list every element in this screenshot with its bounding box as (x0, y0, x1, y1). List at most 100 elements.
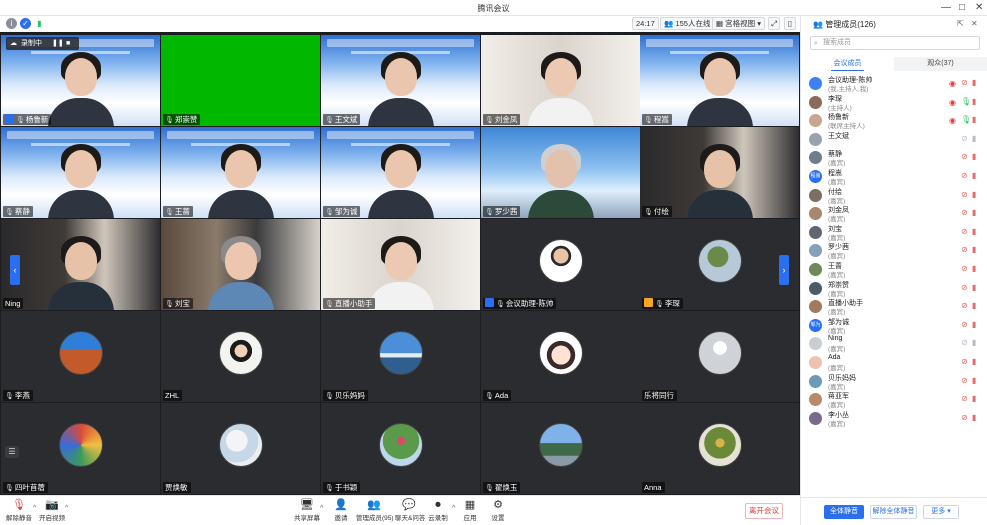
microphone-icon[interactable]: ⊘ (961, 78, 968, 87)
member-row[interactable]: 杨鲁新 (联席主持人) ◉ 🎙 ▮ (801, 111, 987, 130)
video-tile[interactable]: 🎙罗少茜 (481, 127, 640, 218)
layout-icon[interactable]: ▯ (784, 17, 796, 30)
microphone-icon[interactable]: ⊘ (961, 394, 968, 403)
member-row[interactable]: 郑崇赞 (嘉宾) ⊘ ▮ (801, 279, 987, 298)
info-icon[interactable]: i (6, 18, 17, 29)
video-tile[interactable]: 🎙于书颖 (321, 403, 480, 494)
eye-icon[interactable]: ◉ (949, 98, 956, 107)
view-mode-button[interactable]: ▦ 宫格视图 ▾ (712, 17, 766, 30)
video-tile[interactable]: ZHL (161, 311, 320, 402)
microphone-icon[interactable]: ⊘ (961, 208, 968, 217)
camera-icon[interactable]: ▮ (972, 264, 976, 273)
video-tile[interactable]: 🎙王文斌 (321, 35, 480, 126)
unmute-all-button[interactable]: 解除全体静音 (870, 505, 917, 519)
member-row[interactable]: 蔡静 (嘉宾) ⊘ ▮ (801, 148, 987, 167)
minimize-icon[interactable]: — (941, 2, 951, 13)
camera-icon[interactable]: ▮ (972, 171, 976, 180)
unmute-button[interactable]: 🎙 解除静音 (4, 499, 34, 522)
video-tile[interactable]: 🎙会议助理-陈帅 (481, 219, 640, 310)
camera-icon[interactable]: ▮ (972, 283, 976, 292)
member-row[interactable]: 王蔷 (嘉宾) ⊘ ▮ (801, 260, 987, 279)
invite-button[interactable]: 👤 邀请 (331, 499, 351, 522)
eye-icon[interactable]: ◉ (949, 79, 956, 88)
camera-icon[interactable]: ▮ (972, 338, 976, 347)
video-tile[interactable]: 🎙李琛 (640, 219, 799, 310)
member-row[interactable]: 程嵩 程嵩 (嘉宾) ⊘ ▮ (801, 167, 987, 186)
popout-icon[interactable]: ⇱ (957, 19, 964, 28)
video-tile[interactable]: 🎙邹为诚 (321, 127, 480, 218)
camera-icon[interactable]: ▮ (972, 245, 976, 254)
camera-icon[interactable]: ▮ (972, 208, 976, 217)
member-row[interactable]: Ada (嘉宾) ⊘ ▮ (801, 353, 987, 372)
video-tile[interactable]: 🎙付绘 (640, 127, 799, 218)
settings-button[interactable]: ⚙ 设置 (488, 499, 508, 522)
camera-icon[interactable]: ▮ (972, 78, 976, 87)
microphone-icon[interactable]: ⊘ (961, 190, 968, 199)
member-row[interactable]: 付绘 (嘉宾) ⊘ ▮ (801, 186, 987, 205)
video-tile[interactable]: 🎙四叶苜蓿 (1, 403, 160, 494)
microphone-icon[interactable]: ⊘ (961, 152, 968, 161)
microphone-icon[interactable]: ⊘ (961, 227, 968, 236)
apps-button[interactable]: ▦ 应用 (460, 499, 480, 522)
tab-audience[interactable]: 观众(37) (894, 57, 987, 71)
participants-count[interactable]: 👥 155人在线 (660, 17, 715, 30)
camera-icon[interactable]: ▮ (972, 413, 976, 422)
camera-icon[interactable]: ▮ (972, 190, 976, 199)
member-row[interactable]: 王文斌 ⊘ ▮ (801, 130, 987, 149)
more-button[interactable]: 更多 ▾ (923, 505, 959, 519)
leave-meeting-button[interactable]: 离开会议 (745, 503, 783, 519)
video-tile[interactable]: 🎙李燕 (1, 311, 160, 402)
chevron-up-icon[interactable]: ^ (65, 505, 68, 512)
video-tile[interactable]: 🎙蔡静 (1, 127, 160, 218)
camera-icon[interactable]: ▮ (972, 115, 976, 124)
video-tile[interactable]: 🎙程嵩 (640, 35, 799, 126)
video-tile[interactable]: 乐将同行 (640, 311, 799, 402)
tab-members[interactable]: 会议成员 (801, 57, 894, 71)
microphone-icon[interactable]: ⊘ (961, 283, 968, 292)
camera-icon[interactable]: ▮ (972, 152, 976, 161)
microphone-icon[interactable]: ⊘ (961, 171, 968, 180)
video-tile[interactable]: Anna (640, 403, 799, 494)
member-row[interactable]: 刘金凤 (嘉宾) ⊘ ▮ (801, 204, 987, 223)
pause-recording-icon[interactable]: ❚❚ (52, 37, 64, 50)
camera-icon[interactable]: ▮ (972, 357, 976, 366)
maximize-icon[interactable]: □ (959, 2, 965, 13)
member-row[interactable]: 会议助理-陈帅 (我,主持人,我) ◉ ⊘ ▮ (801, 74, 987, 93)
camera-icon[interactable]: ▮ (972, 301, 976, 310)
microphone-icon[interactable]: ⊘ (961, 376, 968, 385)
video-tile[interactable]: 🎙翟焕玉 (481, 403, 640, 494)
list-toggle-icon[interactable]: ☰ (5, 446, 19, 458)
member-row[interactable]: Ning (嘉宾) ⊘ ▮ (801, 334, 987, 353)
mute-all-button[interactable]: 全体静音 (824, 505, 864, 519)
microphone-icon[interactable]: ⊘ (961, 134, 968, 143)
chevron-up-icon[interactable]: ^ (452, 505, 455, 512)
microphone-icon[interactable]: 🎙 (961, 115, 971, 124)
start-video-button[interactable]: 📷 开启视频 (38, 499, 66, 522)
microphone-icon[interactable]: ⊘ (961, 301, 968, 310)
camera-icon[interactable]: ▮ (972, 134, 976, 143)
share-screen-button[interactable]: 🖥 共享屏幕 (294, 499, 320, 522)
stop-recording-icon[interactable]: ■ (66, 37, 70, 50)
video-tile[interactable]: 🎙郑崇赞 (161, 35, 320, 126)
next-page-arrow[interactable]: › (779, 255, 789, 285)
member-row[interactable]: 李小丛 (嘉宾) ⊘ ▮ (801, 409, 987, 428)
chat-button[interactable]: 💬 聊天&问答 (395, 499, 425, 522)
microphone-icon[interactable]: ⊘ (961, 264, 968, 273)
video-tile[interactable]: 🎙王蔷 (161, 127, 320, 218)
video-tile[interactable]: 贾焕敏 (161, 403, 320, 494)
video-tile[interactable]: 🎙Ada (481, 311, 640, 402)
member-row[interactable]: 刘宝 (嘉宾) ⊘ ▮ (801, 223, 987, 242)
close-icon[interactable]: ✕ (975, 2, 983, 13)
member-row[interactable]: 罗少茜 (嘉宾) ⊘ ▮ (801, 241, 987, 260)
shield-icon[interactable]: ✓ (20, 18, 31, 29)
camera-icon[interactable]: ▮ (972, 376, 976, 385)
microphone-icon[interactable]: ⊘ (961, 338, 968, 347)
eye-icon[interactable]: ◉ (949, 116, 956, 125)
camera-icon[interactable]: ▮ (972, 394, 976, 403)
chevron-up-icon[interactable]: ^ (33, 505, 36, 512)
member-row[interactable]: 贝乐妈妈 (嘉宾) ⊘ ▮ (801, 372, 987, 391)
microphone-icon[interactable]: ⊘ (961, 413, 968, 422)
camera-icon[interactable]: ▮ (972, 227, 976, 236)
cloud-record-button[interactable]: ⏺ 云录制 (426, 499, 450, 522)
microphone-icon[interactable]: ⊘ (961, 245, 968, 254)
